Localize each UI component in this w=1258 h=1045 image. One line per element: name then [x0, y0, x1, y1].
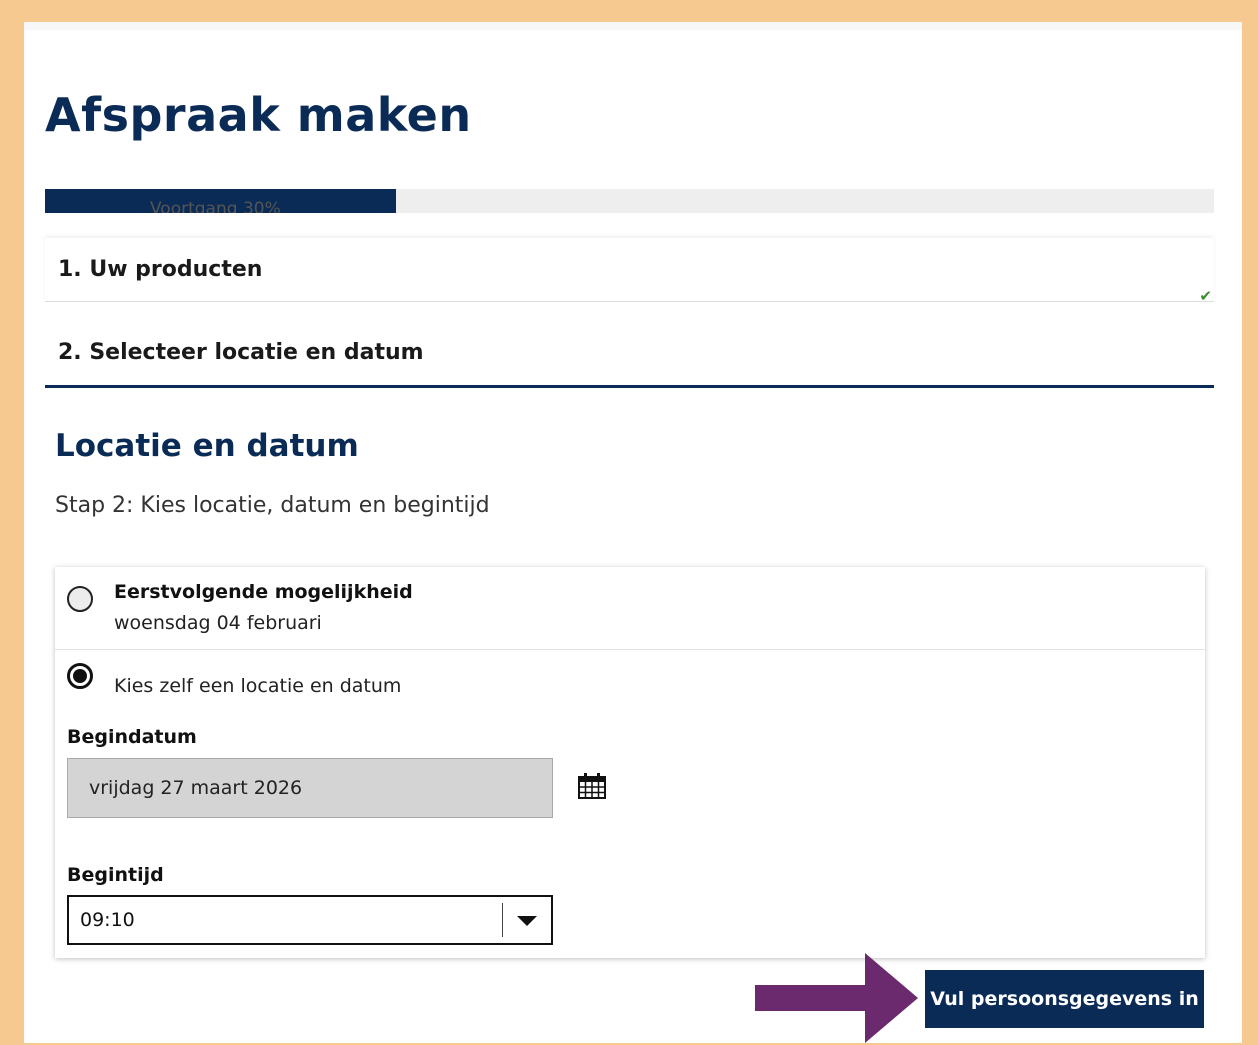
option-date: woensdag 04 februari: [114, 612, 322, 634]
caret-down-icon[interactable]: [517, 916, 537, 926]
start-time-select[interactable]: 09:10: [67, 895, 553, 945]
progress-label: Voortgang 30%: [150, 199, 281, 213]
step-selecteer-locatie[interactable]: 2. Selecteer locatie en datum: [45, 322, 1214, 388]
start-date-input[interactable]: vrijdag 27 maart 2026: [67, 758, 553, 818]
section-subtitle: Stap 2: Kies locatie, datum en begintijd: [55, 493, 490, 518]
progress-bar: Voortgang 30%: [45, 189, 1214, 213]
vul-persoonsgegevens-button[interactable]: Vul persoonsgegevens in: [925, 970, 1204, 1028]
start-time-label: Begintijd: [67, 864, 164, 886]
calendar-icon[interactable]: [578, 773, 606, 799]
arrow-right-icon: [755, 953, 918, 1043]
radio-first-available[interactable]: [67, 586, 93, 612]
start-time-value: 09:10: [80, 909, 135, 931]
option-title: Eerstvolgende mogelijkheid: [114, 581, 413, 603]
page-title: Afspraak maken: [45, 88, 472, 142]
section-title: Locatie en datum: [55, 428, 359, 464]
check-icon: ✔: [1199, 287, 1212, 305]
location-date-card: Eerstvolgende mogelijkheid woensdag 04 f…: [55, 567, 1205, 958]
radio-choose-self[interactable]: [67, 663, 93, 689]
option-choose-self-label[interactable]: Kies zelf een locatie en datum: [114, 675, 401, 697]
step-label: 2. Selecteer locatie en datum: [58, 340, 424, 365]
step-label: 1. Uw producten: [58, 257, 263, 282]
start-date-label: Begindatum: [67, 726, 197, 748]
option-first-available[interactable]: Eerstvolgende mogelijkheid woensdag 04 f…: [55, 567, 1205, 650]
step-uw-producten[interactable]: 1. Uw producten ✔: [45, 238, 1214, 305]
select-divider: [502, 903, 503, 937]
